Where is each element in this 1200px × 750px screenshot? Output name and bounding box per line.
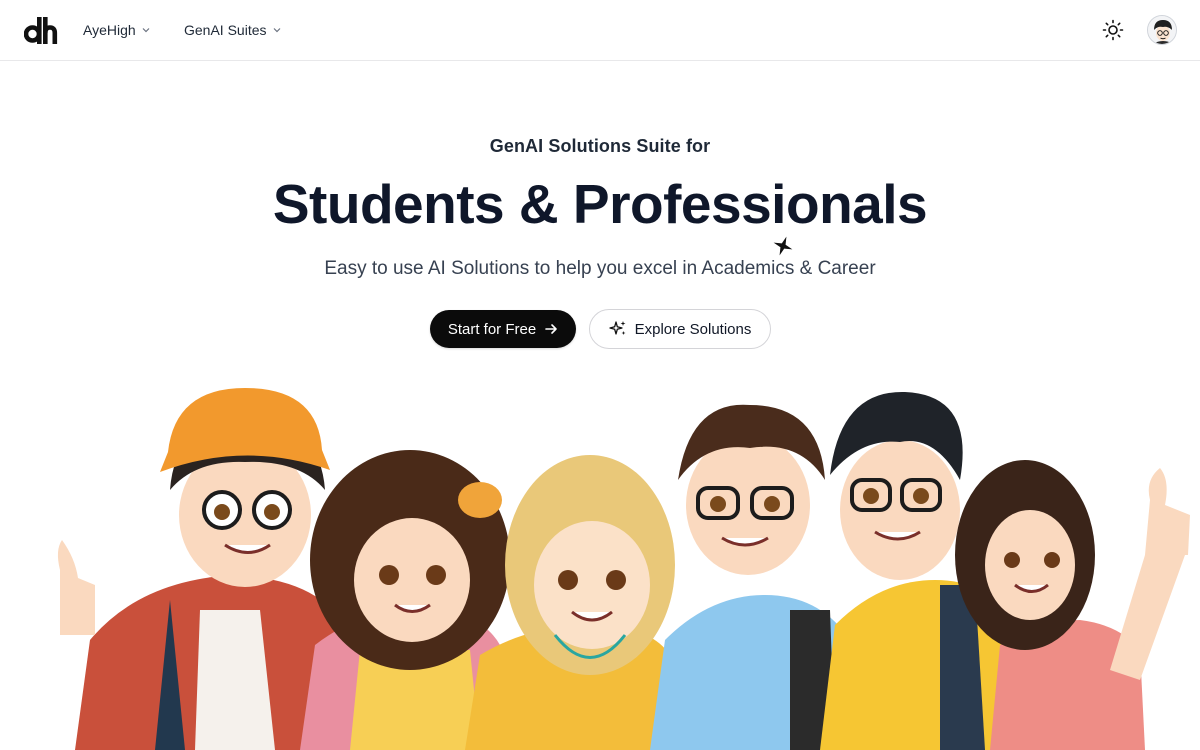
- avatar-face-icon: [1148, 16, 1176, 44]
- chevron-down-icon: [273, 28, 280, 33]
- user-avatar[interactable]: [1147, 15, 1177, 45]
- chevron-down-icon: [142, 28, 150, 33]
- student-figure: [650, 404, 855, 750]
- hero-headline: Students & Professionals: [272, 173, 928, 235]
- arrow-right-icon: [545, 324, 557, 334]
- students-group-illustration: [57, 388, 1190, 750]
- start-for-free-label: Start for Free: [447, 320, 537, 338]
- nav-menu-ayehigh[interactable]: AyeHigh: [83, 20, 151, 40]
- start-for-free-button[interactable]: Start for Free: [430, 310, 576, 348]
- hero-eyebrow: GenAI Solutions Suite for: [489, 136, 711, 156]
- dh-logo-icon[interactable]: [24, 14, 58, 46]
- sparkle-cursor-icon: [773, 236, 793, 256]
- explore-solutions-button[interactable]: Explore Solutions: [589, 309, 771, 349]
- nav-menu-label: AyeHigh: [83, 22, 136, 38]
- nav-menu-label: GenAI Suites: [184, 22, 267, 38]
- sun-icon[interactable]: [1102, 19, 1124, 41]
- explore-solutions-label: Explore Solutions: [634, 320, 752, 338]
- sparkles-icon: [608, 321, 626, 335]
- top-navigation-bar: AyeHigh GenAI Suites: [0, 0, 1200, 61]
- nav-menu-genai-suites[interactable]: GenAI Suites: [184, 20, 282, 40]
- hero-subheading: Easy to use AI Solutions to help you exc…: [324, 258, 876, 279]
